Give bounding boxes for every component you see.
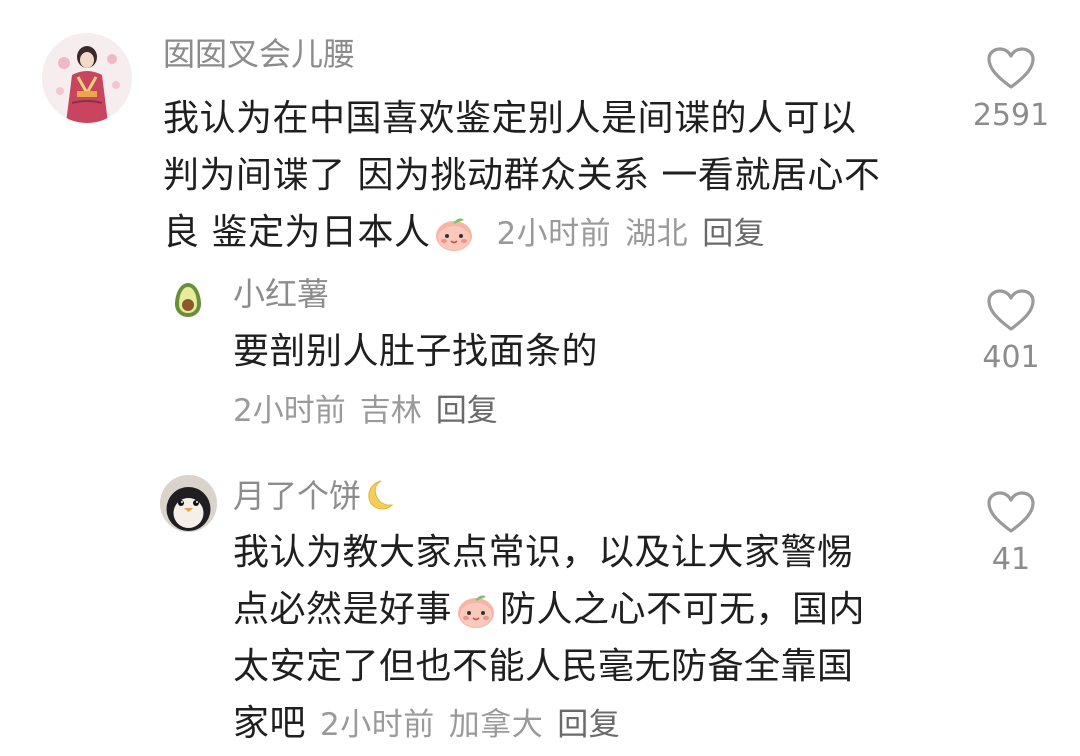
- like-count: 41: [991, 542, 1031, 577]
- comment-item: 囡囡叉会儿腰 我认为在中国喜欢鉴定别人是间谍的人可以 判为间谍了 因为挑动群众关…: [0, 0, 1080, 260]
- comment-meta: 2小时前 吉林 回复: [233, 391, 512, 431]
- username-text: 月了个饼: [233, 477, 362, 515]
- timestamp: 2小时前: [233, 393, 346, 429]
- comment-text-fragment: 点必然是好事: [233, 589, 453, 630]
- crescent-moon-icon: [368, 480, 394, 510]
- comment-text-line: 点必然是好事 防人之心不可无，国内: [233, 581, 953, 638]
- reply-button[interactable]: 回复: [436, 393, 498, 429]
- location: 湖北: [625, 216, 689, 252]
- comment-text-fragment: 防人之心不可无，国内: [500, 589, 866, 630]
- like-count: 2591: [972, 98, 1050, 133]
- comment-text-line: 太安定了但也不能人民毫无防备全靠国: [233, 646, 854, 687]
- username[interactable]: 月了个饼: [233, 476, 394, 516]
- heart-icon: [987, 289, 1035, 331]
- reply-button[interactable]: 回复: [557, 707, 620, 743]
- avatar[interactable]: [160, 475, 217, 532]
- comment-text: 要剖别人肚子找面条的: [233, 331, 599, 372]
- comment-meta: 2小时前 湖北 回复: [496, 216, 779, 252]
- comment-text-line: 良 鉴定为日本人 2小时前 湖北 回复: [163, 204, 953, 263]
- peach-face-emoji-icon: [436, 218, 473, 251]
- timestamp: 2小时前: [496, 216, 612, 252]
- like-button[interactable]: 2591: [971, 46, 1051, 133]
- kimono-girl-avatar-icon: [42, 33, 132, 123]
- username[interactable]: 囡囡叉会儿腰: [163, 34, 355, 74]
- comment-text-line: 家吧 2小时前 加拿大 回复: [233, 695, 953, 754]
- timestamp: 2小时前: [320, 707, 435, 743]
- comment-text: 我认为在中国喜欢鉴定别人是间谍的人可以 判为间谍了 因为挑动群众关系 一看就居心…: [163, 90, 953, 263]
- like-count: 401: [982, 340, 1040, 375]
- location: 吉林: [359, 393, 422, 429]
- location: 加拿大: [448, 707, 544, 743]
- comment-meta: 2小时前 加拿大 回复: [320, 707, 634, 743]
- comment-item: 月了个饼 我认为教大家点常识，以及让大家警惕 点必然是好事 防人之心不可无，国内…: [0, 460, 1080, 756]
- peach-face-emoji-icon: [458, 595, 495, 628]
- comment-text: 我认为教大家点常识，以及让大家警惕 点必然是好事 防人之心不可无，国内 太安定了…: [233, 524, 953, 754]
- like-button[interactable]: 41: [971, 490, 1051, 577]
- comment-text-line: 我认为教大家点常识，以及让大家警惕: [233, 532, 854, 573]
- avatar[interactable]: [168, 280, 208, 320]
- penguin-avatar-icon: [160, 475, 217, 532]
- comment-text-fragment: 良 鉴定为日本人: [163, 212, 431, 253]
- comment-text-line: 我认为在中国喜欢鉴定别人是间谍的人可以: [163, 98, 857, 139]
- like-button[interactable]: 401: [971, 288, 1051, 375]
- comment-text-fragment: 家吧: [233, 703, 307, 744]
- comment-thread: 囡囡叉会儿腰 我认为在中国喜欢鉴定别人是间谍的人可以 判为间谍了 因为挑动群众关…: [0, 0, 1080, 756]
- comment-item: 小红薯 要剖别人肚子找面条的 2小时前 吉林 回复 401: [0, 260, 1080, 460]
- avocado-avatar-icon: [175, 283, 201, 317]
- heart-icon: [987, 47, 1035, 89]
- avatar[interactable]: [42, 33, 132, 123]
- reply-button[interactable]: 回复: [702, 216, 765, 252]
- heart-icon: [987, 491, 1035, 533]
- username[interactable]: 小红薯: [233, 274, 329, 314]
- comment-text-line: 判为间谍了 因为挑动群众关系 一看就居心不: [163, 155, 881, 196]
